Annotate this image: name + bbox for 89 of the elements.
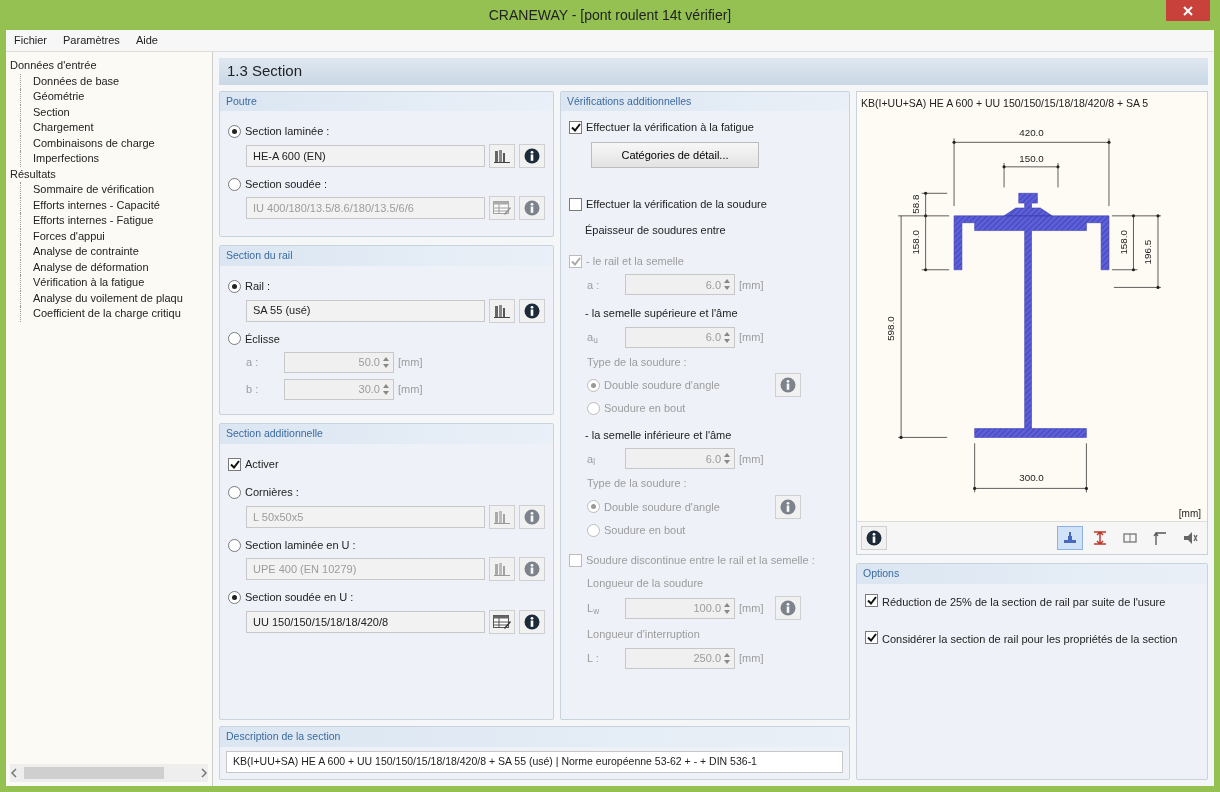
tree-item[interactable]: Imperfections — [20, 151, 208, 167]
dimension-label: 598.0 — [885, 316, 897, 342]
field-value: 100.0 — [693, 601, 721, 616]
option-label: Soudure en bout — [604, 401, 686, 417]
option-label: Section soudée : — [245, 176, 327, 192]
option-label: Soudure en bout — [604, 522, 686, 538]
tree-item[interactable]: Géométrie — [20, 89, 208, 105]
dimension-label: 150.0 — [1019, 153, 1044, 165]
group-title: Section additionnelle — [220, 424, 553, 444]
field-symbol: a$_{l}$ — [587, 451, 596, 467]
preview-title: KB(I+UU+SA) HE A 600 + UU 150/150/15/18/18/420/8 + SA 5 — [860, 95, 1150, 111]
field-value: 250.0 — [693, 651, 721, 666]
field-label: Longueur d'interruption — [587, 627, 701, 643]
field-value: 6.0 — [705, 277, 721, 293]
unit-label: [mm] — [1177, 507, 1202, 522]
option-label: Réduction de 25% de la section de rail par suite de l'usure — [882, 595, 1166, 610]
tree-item[interactable]: Chargement — [20, 120, 208, 136]
field-symbol: L : — [587, 651, 600, 666]
unit-label: [mm] — [739, 451, 764, 467]
unit-label: [mm] — [739, 277, 764, 293]
option-label: Activer — [245, 456, 279, 472]
option-label: Considérer la section de rail pour les propriétés de la section — [882, 631, 1178, 647]
unit-label: [mm] — [398, 382, 423, 398]
dimension-label: 158.0 — [1117, 230, 1129, 255]
value-field[interactable]: HE-A 600 (EN) — [246, 144, 485, 167]
unit-label: [mm] — [739, 330, 764, 345]
group-title: Vérifications additionnelles — [561, 91, 849, 112]
section-label: - la semelle supérieure et l'âme — [585, 306, 739, 322]
field-symbol: a$_{u}$ — [587, 330, 599, 346]
group-title: Poutre — [220, 91, 553, 112]
option-label: Effectuer la vérification à la fatigue — [586, 120, 754, 136]
value-field[interactable]: UU 150/150/15/18/18/420/8 — [246, 610, 485, 633]
group-title: Options — [857, 564, 1207, 584]
window-title: CRANEWAY - [pont roulent 14t vérifier] — [488, 5, 732, 25]
tree-item[interactable]: Analyse de contrainte — [20, 244, 208, 260]
detail-categories-button[interactable]: Catégories de détail... — [591, 141, 759, 168]
unit-label: [mm] — [739, 601, 764, 616]
option-label: Cornières : — [245, 485, 299, 501]
section-label: Épaisseur de soudures entre — [585, 223, 727, 239]
option-label: Double soudure d'angle — [604, 499, 720, 515]
option-label: Soudure discontinue entre le rail et la semelle : — [586, 553, 815, 569]
tree-item[interactable]: Section — [20, 104, 208, 120]
field-value: 30.0 — [358, 382, 380, 398]
field-symbol: L$_{w}$ — [587, 601, 601, 617]
tree-item[interactable]: Coefficient de la charge critiqu — [20, 306, 208, 322]
field-label: Type de la soudure : — [587, 476, 688, 492]
option-label: Section soudée en U : — [245, 590, 354, 606]
unit-label: [mm] — [398, 355, 423, 371]
dimension-label: 300.0 — [1019, 471, 1044, 483]
section-label: - la semelle inférieure et l'âme — [585, 427, 733, 443]
field-symbol: a : — [246, 355, 260, 371]
tree-item[interactable]: Analyse de déformation — [20, 259, 208, 275]
dimension-label: 58.8 — [909, 194, 921, 214]
menu-item[interactable]: Aide — [133, 31, 160, 50]
option-label: - le rail et la semelle — [586, 253, 684, 269]
unit-label: [mm] — [739, 651, 764, 666]
field-value: 50.0 — [358, 355, 380, 371]
tree-item[interactable]: Résultats — [10, 166, 208, 182]
field-value: 6.0 — [705, 451, 721, 467]
group-title: Description de la section — [220, 727, 849, 747]
tree-item[interactable]: Efforts internes - Fatigue — [20, 213, 208, 229]
option-label: Éclisse — [245, 331, 280, 347]
group-title: Section du rail — [220, 246, 553, 266]
value-field[interactable]: SA 55 (usé) — [246, 299, 485, 322]
tree-item[interactable]: Combinaisons de charge — [20, 135, 208, 151]
field-label: Type de la soudure : — [587, 354, 688, 370]
panel-title: 1.3 Section — [219, 58, 1208, 85]
tree-item[interactable]: Forces d'appui — [20, 228, 208, 244]
description-field[interactable]: KB(I+UU+SA) HE A 600 + UU 150/150/15/18/18/420/8 + SA 55 (usé) | Norme européenne 53-62 + - + DIN 536-1 — [226, 751, 843, 773]
menu-item[interactable]: Paramètres — [61, 31, 122, 50]
dimension-label: 420.0 — [1019, 127, 1044, 139]
field-symbol: a : — [587, 277, 601, 293]
field-label: Longueur de la soudure — [587, 575, 705, 591]
tree-item[interactable]: Analyse du voilement de plaqu — [20, 290, 208, 306]
dimension-label: 196.5 — [1142, 240, 1154, 265]
option-label: Double soudure d'angle — [604, 378, 720, 393]
option-label: Effectuer la vérification de la soudure — [586, 196, 767, 212]
field-symbol: b : — [246, 382, 260, 398]
field-value: 6.0 — [705, 330, 721, 345]
option-label: Section laminée en U : — [245, 537, 356, 553]
menu-item[interactable]: Fichier — [12, 31, 49, 50]
option-label: Rail : — [245, 279, 271, 294]
tree-item[interactable]: Efforts internes - Capacité — [20, 197, 208, 213]
tree-item[interactable]: Sommaire de vérification — [20, 182, 208, 198]
tree-item[interactable]: Vérification à la fatigue — [20, 275, 208, 291]
dimension-label: 158.0 — [909, 230, 921, 255]
option-label: Section laminée : — [245, 124, 330, 140]
tree-item[interactable]: Données de base — [20, 73, 208, 89]
tree-item[interactable]: Données d'entrée — [10, 58, 208, 74]
